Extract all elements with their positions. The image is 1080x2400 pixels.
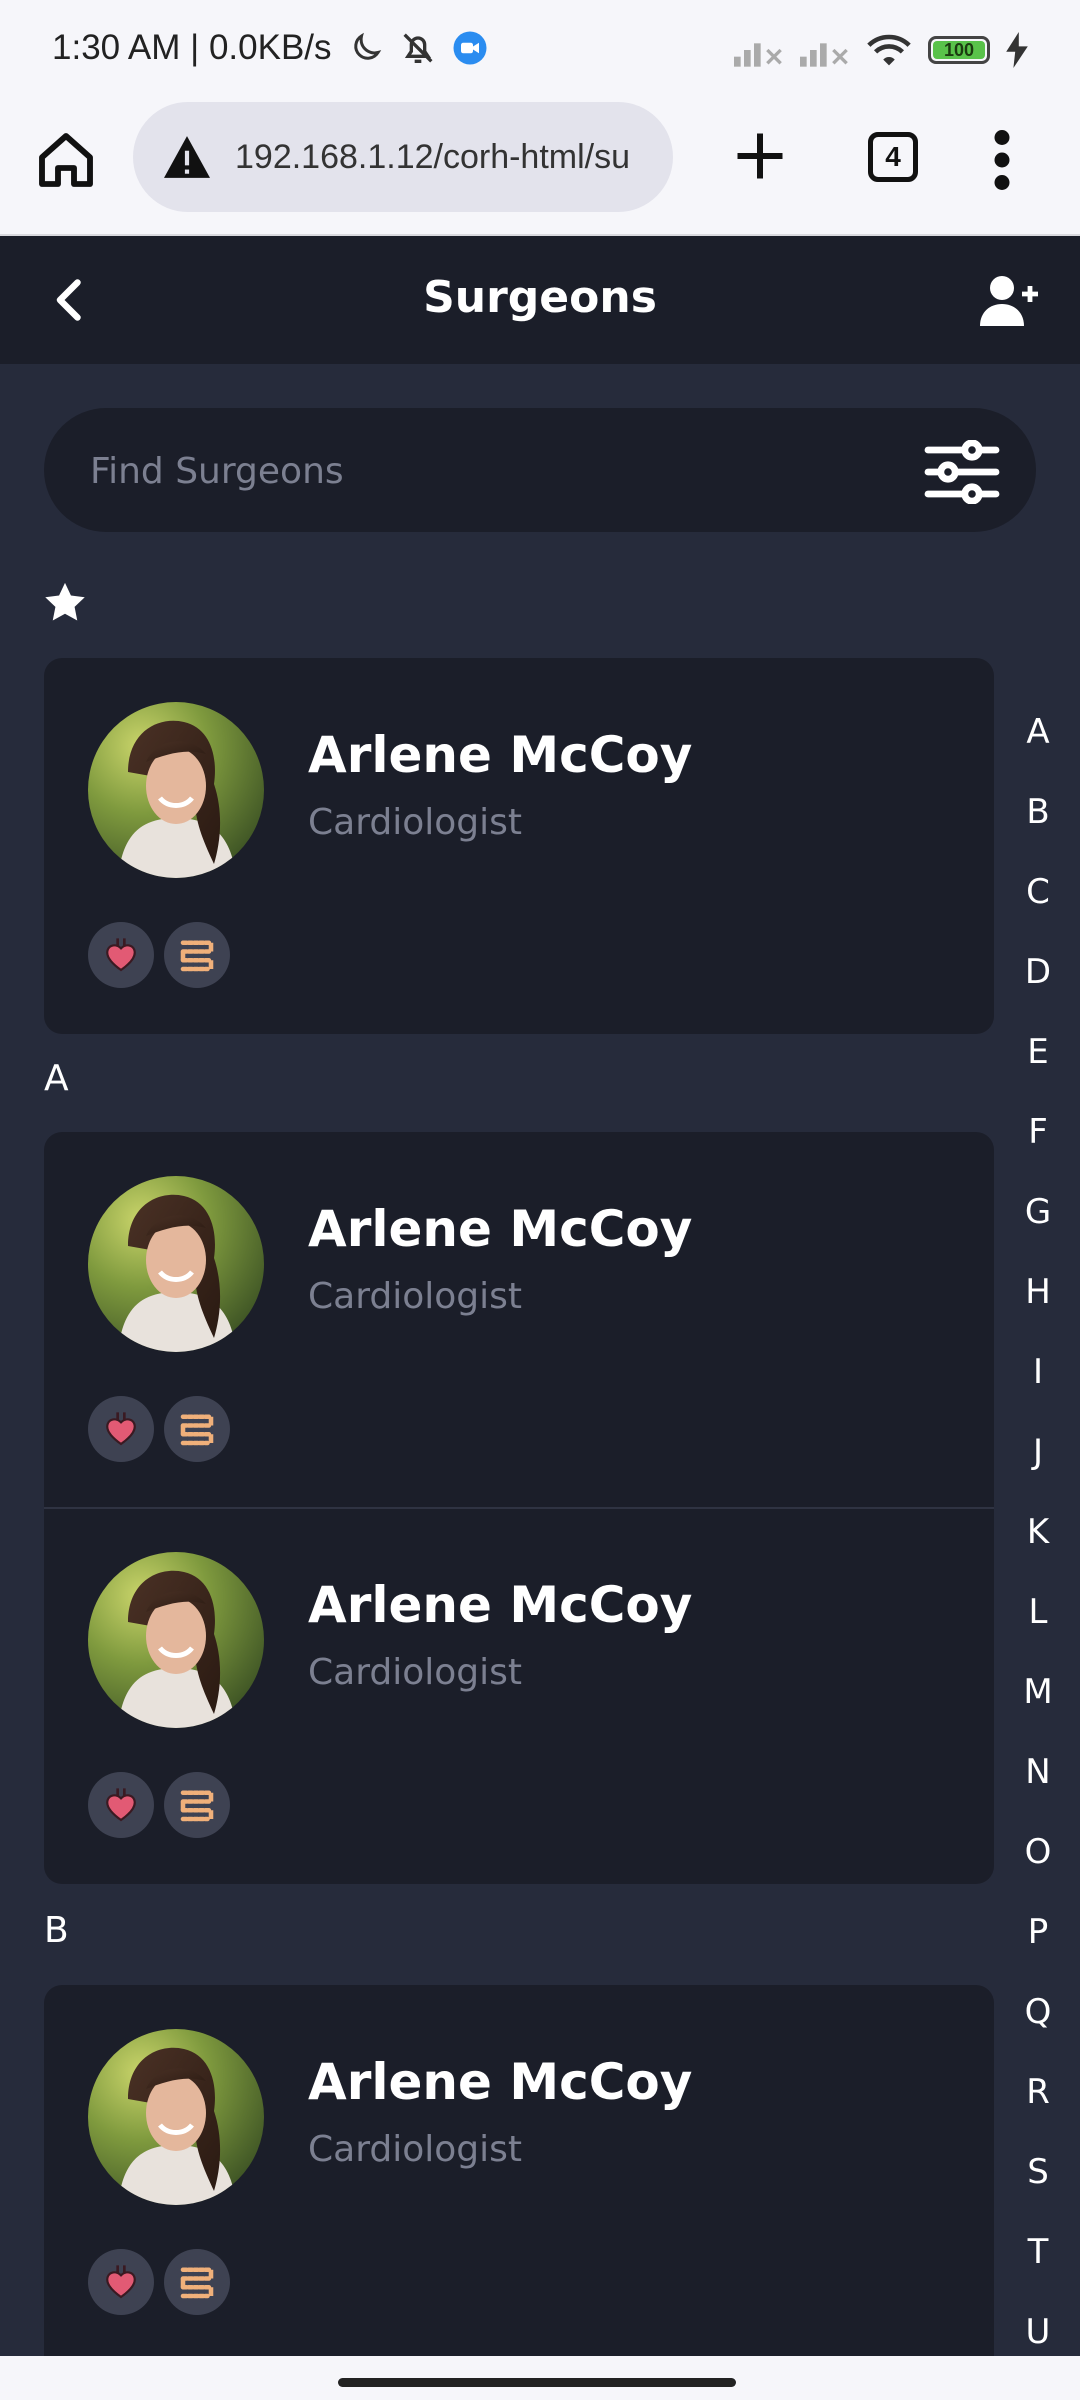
status-bar: 1:30 AM | 0.0KB/s 100 xyxy=(0,0,1080,100)
alpha-index-letter[interactable]: G xyxy=(1000,1192,1076,1232)
intestine-badge xyxy=(164,1772,230,1838)
wifi-icon xyxy=(867,34,911,66)
surgeon-specialty: Cardiologist xyxy=(308,1652,522,1693)
section-header-a: A xyxy=(44,1058,69,1099)
alpha-index-letter[interactable]: E xyxy=(1000,1032,1076,1072)
heart-badge xyxy=(88,1396,154,1462)
warning-icon xyxy=(164,136,210,178)
alpha-index-letter[interactable]: S xyxy=(1000,2152,1076,2192)
status-time: 1:30 AM | 0.0KB/s xyxy=(52,28,332,67)
alpha-index-letter[interactable]: H xyxy=(1000,1272,1076,1312)
alpha-index-letter[interactable]: O xyxy=(1000,1832,1076,1872)
heart-organ-icon xyxy=(106,1412,136,1446)
avatar xyxy=(88,702,264,878)
signal-2-icon xyxy=(800,43,848,67)
alpha-index-letter[interactable]: F xyxy=(1000,1112,1076,1152)
alpha-index-letter[interactable]: L xyxy=(1000,1592,1076,1632)
search-bar xyxy=(44,408,1036,534)
alpha-index-letter[interactable]: M xyxy=(1000,1672,1076,1712)
home-gesture-handle[interactable] xyxy=(338,2378,736,2387)
alpha-index-letter[interactable]: T xyxy=(1000,2232,1076,2272)
surgeon-entry[interactable]: Arlene McCoy Cardiologist xyxy=(44,1985,994,2361)
alpha-index-letter[interactable]: D xyxy=(1000,952,1076,992)
surgeon-entry[interactable]: Arlene McCoy Cardiologist xyxy=(44,1508,994,1884)
alpha-index-letter[interactable]: N xyxy=(1000,1752,1076,1792)
page-title: Surgeons xyxy=(423,272,657,323)
moon-icon xyxy=(353,32,381,60)
alpha-index-letter[interactable]: B xyxy=(1000,792,1076,832)
alpha-index-letter[interactable]: K xyxy=(1000,1512,1076,1552)
battery-indicator: 100 xyxy=(928,36,990,64)
filter-sliders-icon[interactable] xyxy=(924,440,1000,504)
intestine-icon xyxy=(180,940,214,972)
intestine-badge xyxy=(164,922,230,988)
section-header-b: B xyxy=(44,1910,69,1951)
bell-muted-icon xyxy=(403,33,433,63)
alpha-index-letter[interactable]: C xyxy=(1000,872,1076,912)
address-bar[interactable]: 192.168.1.12/corh-html/su xyxy=(133,102,673,212)
intestine-icon xyxy=(180,1790,214,1822)
alpha-index-letter[interactable]: A xyxy=(1000,712,1076,752)
signal-1-icon xyxy=(734,43,782,67)
section-b-card: Arlene McCoy Cardiologist xyxy=(44,1985,994,2385)
surgeon-name: Arlene McCoy xyxy=(308,1576,693,1634)
avatar xyxy=(88,1552,264,1728)
alpha-index-letter[interactable]: Q xyxy=(1000,1992,1076,2032)
avatar xyxy=(88,2029,264,2205)
alpha-index-letter[interactable]: I xyxy=(1000,1352,1076,1392)
surgeon-name: Arlene McCoy xyxy=(308,1200,693,1258)
more-vert-icon[interactable] xyxy=(990,130,1014,190)
add-user-icon[interactable] xyxy=(980,272,1040,328)
heart-organ-icon xyxy=(106,1788,136,1822)
intestine-badge xyxy=(164,2249,230,2315)
alpha-index-letter[interactable]: P xyxy=(1000,1912,1076,1952)
charging-bolt-icon xyxy=(1006,32,1028,68)
heart-organ-icon xyxy=(106,2265,136,2299)
avatar xyxy=(88,1176,264,1352)
surgeon-specialty: Cardiologist xyxy=(308,2129,522,2170)
new-tab-icon[interactable] xyxy=(730,126,790,186)
surgeon-name: Arlene McCoy xyxy=(308,2053,693,2111)
app-header: Surgeons xyxy=(0,236,1080,364)
home-icon[interactable] xyxy=(34,128,98,192)
intestine-icon xyxy=(180,2267,214,2299)
search-input[interactable] xyxy=(88,408,912,534)
alpha-index-letter[interactable]: U xyxy=(1000,2312,1076,2352)
heart-badge xyxy=(88,1772,154,1838)
surgeon-name: Arlene McCoy xyxy=(308,726,693,784)
url-text: 192.168.1.12/corh-html/su xyxy=(235,137,631,176)
favorites-star-icon xyxy=(45,582,85,621)
gesture-nav-bar xyxy=(0,2356,1080,2400)
surgeon-entry[interactable]: Arlene McCoy Cardiologist xyxy=(44,658,994,1034)
section-a-card: Arlene McCoy Cardiologist Arlene McCoy C… xyxy=(44,1132,994,1884)
surgeon-specialty: Cardiologist xyxy=(308,802,522,843)
surgeon-entry[interactable]: Arlene McCoy Cardiologist xyxy=(44,1132,994,1508)
tab-switcher-button[interactable]: 4 xyxy=(868,132,918,182)
alpha-index-letter[interactable]: J xyxy=(1000,1432,1076,1472)
heart-organ-icon xyxy=(106,938,136,972)
intestine-badge xyxy=(164,1396,230,1462)
alpha-index-letter[interactable]: R xyxy=(1000,2072,1076,2112)
video-call-icon xyxy=(453,31,487,65)
browser-toolbar: 192.168.1.12/corh-html/su 4 xyxy=(0,100,1080,236)
heart-badge xyxy=(88,2249,154,2315)
tab-count: 4 xyxy=(885,141,901,172)
surgeon-specialty: Cardiologist xyxy=(308,1276,522,1317)
intestine-icon xyxy=(180,1414,214,1446)
favorite-card[interactable]: Arlene McCoy Cardiologist xyxy=(44,658,994,1034)
heart-badge xyxy=(88,922,154,988)
